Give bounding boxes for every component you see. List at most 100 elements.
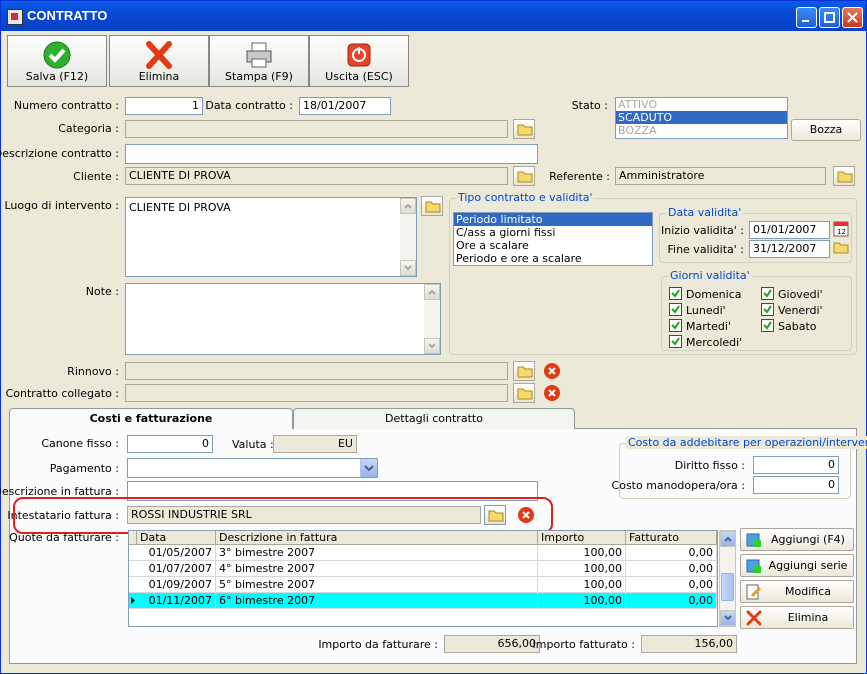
checkmark-icon [43,41,71,69]
inizio-input[interactable]: 01/01/2007 [749,221,830,239]
window-title: CONTRATTO [27,8,108,23]
tab-dettagli[interactable]: Dettagli contratto [293,408,575,429]
scroll-down-button[interactable] [424,338,440,354]
scroll-thumb[interactable] [721,573,734,601]
quote-scrollbar[interactable] [719,530,736,627]
checkmark-icon [763,321,772,330]
tipo-group-title: Tipo contratto e validita' [456,191,595,204]
close-button[interactable] [842,7,863,28]
exit-button[interactable]: Uscita (ESC) [309,35,409,87]
note-label: Note : [85,285,119,298]
red-x-icon [746,610,762,626]
scroll-down-button[interactable] [720,610,736,626]
collegato-folder-button[interactable] [513,383,535,403]
data-input[interactable]: 18/01/2007 [299,97,391,115]
note-textarea[interactable] [125,283,441,355]
fine-input[interactable]: 31/12/2007 [749,240,830,258]
cliente-label: Cliente : [73,170,119,183]
add-series-button[interactable]: Aggiungi serie [740,554,854,577]
scroll-up-button[interactable] [720,531,736,547]
clear-icon [544,385,560,401]
table-header-data[interactable]: Data [137,531,216,545]
categoria-input[interactable] [125,120,508,138]
scroll-down-button[interactable] [400,260,416,276]
table-row-selected[interactable]: 01/11/2007 6° bimestre 2007 100,00 0,00 [129,593,717,609]
scroll-up-button[interactable] [400,198,416,214]
tipo-list[interactable]: Periodo limitato C/ass a giorni fissi Or… [453,212,653,266]
pagamento-select[interactable] [127,458,378,478]
scroll-up-button[interactable] [424,284,440,300]
stato-option-bozza[interactable]: BOZZA [616,124,787,137]
fine-folder-button[interactable] [833,239,849,257]
checkbox-venerdi[interactable]: Venerdi' [761,303,823,317]
table-header-importo[interactable]: Importo [538,531,626,545]
checkbox-sabato[interactable]: Sabato [761,319,817,333]
tipo-option[interactable]: Periodo limitato [454,213,652,226]
tipo-option[interactable]: C/ass a giorni fissi [454,226,652,239]
categoria-folder-button[interactable] [513,119,535,139]
collegato-input[interactable] [125,384,508,402]
collegato-clear-button[interactable] [541,383,563,403]
quote-table[interactable]: Data Descrizione in fattura Importo Fatt… [128,530,718,627]
minimize-button[interactable] [796,7,817,28]
descrizione-input[interactable] [125,144,538,164]
data-label: Data contratto : [205,99,293,112]
table-header-descrizione[interactable]: Descrizione in fattura [216,531,538,545]
table-row[interactable]: 01/09/2007 5° bimestre 2007 100,00 0,00 [129,577,717,593]
calendar-button[interactable]: 12 [833,220,849,238]
luogo-scrollbar[interactable] [400,198,416,276]
referente-input[interactable]: Amministratore [615,167,826,185]
save-button[interactable]: Salva (F12) [7,35,107,87]
stato-list[interactable]: ATTIVO SCADUTO BOZZA [615,97,788,139]
tipo-option[interactable]: Ore a scalare [454,239,652,252]
valuta-input[interactable]: EU [273,435,357,453]
note-scrollbar[interactable] [424,284,440,354]
edit-button[interactable]: Modifica [740,580,854,603]
luogo-folder-button[interactable] [421,196,443,216]
checkbox-domenica[interactable]: Domenica [669,287,742,301]
tipo-option[interactable]: Periodo e ore a scalare [454,252,652,265]
add-series-icon [746,559,761,573]
maximize-button[interactable] [819,7,840,28]
fine-label: Fine validita' : [667,243,744,256]
checkbox-martedi[interactable]: Martedi' [669,319,731,333]
cliente-input[interactable]: CLIENTE DI PROVA [125,167,508,185]
add-button[interactable]: Aggiungi (F4) [740,528,854,551]
rinnovo-input[interactable] [125,362,508,380]
table-row[interactable]: 01/07/2007 4° bimestre 2007 100,00 0,00 [129,561,717,577]
highlight-ring [13,497,553,534]
stato-option-scaduto[interactable]: SCADUTO [616,111,787,124]
table-row[interactable]: 01/05/2007 3° bimestre 2007 100,00 0,00 [129,545,717,561]
cliente-folder-button[interactable] [513,166,535,186]
print-button[interactable]: Stampa (F9) [209,35,309,87]
checkmark-icon [671,305,680,314]
delete-button[interactable]: Elimina [109,35,209,87]
referente-label: Referente : [549,170,610,183]
canone-label: Canone fisso : [41,437,119,450]
stato-option-attivo[interactable]: ATTIVO [616,98,787,111]
rinnovo-folder-button[interactable] [513,361,535,381]
stato-label: Stato : [571,99,608,112]
delete-row-button[interactable]: Elimina [740,606,854,629]
categoria-label: Categoria : [58,122,119,135]
checkmark-icon [763,305,772,314]
bozza-button[interactable]: Bozza [791,119,861,141]
chevron-down-icon[interactable] [360,459,377,477]
power-icon [347,43,371,67]
checkmark-icon [671,337,680,346]
referente-folder-button[interactable] [833,166,855,186]
checkbox-giovedi[interactable]: Giovedi' [761,287,823,301]
rinnovo-clear-button[interactable] [541,361,563,381]
checkbox-lunedi[interactable]: Lunedi' [669,303,726,317]
manodopera-input[interactable]: 0 [753,476,839,494]
luogo-text: CLIENTE DI PROVA [129,201,231,214]
diritto-input[interactable]: 0 [753,456,839,474]
luogo-textarea[interactable]: CLIENTE DI PROVA [125,197,417,277]
canone-input[interactable]: 0 [127,435,213,453]
checkbox-mercoledi[interactable]: Mercoledi' [669,335,742,349]
table-header-fatturato[interactable]: Fatturato [626,531,717,545]
pagamento-label: Pagamento : [49,462,119,475]
numero-input[interactable]: 1 [125,97,203,115]
tab-costi[interactable]: Costi e fatturazione [9,408,293,429]
checkmark-icon [671,289,680,298]
